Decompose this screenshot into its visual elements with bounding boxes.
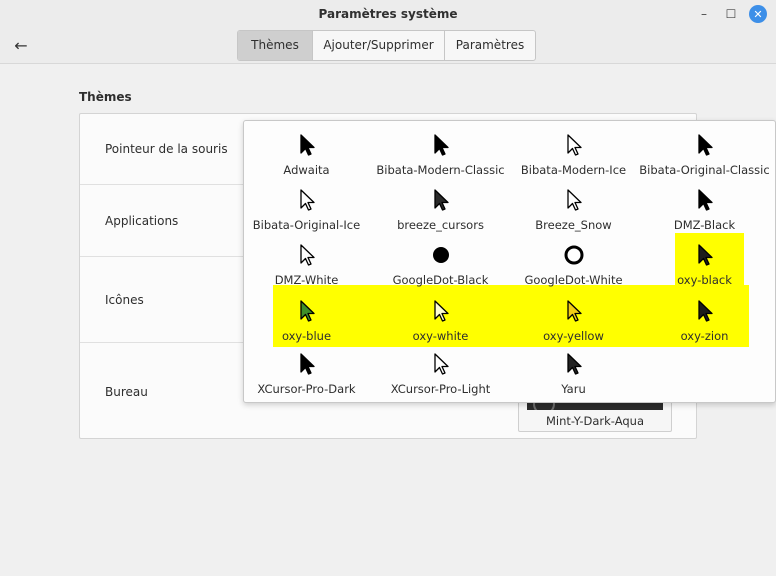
cursor-theme-option[interactable]: breeze_cursors [378,185,503,240]
cursor-theme-label: Adwaita [283,163,330,177]
arrow-cursor-icon [642,132,767,158]
cursor-theme-label: Breeze_Snow [535,218,612,232]
cursor-theme-label: Bibata-Original-Classic [639,163,770,177]
arrow-cursor-icon [642,242,767,268]
settings-row-label: Applications [105,214,179,228]
arrow-cursor-icon [244,298,369,324]
arrow-cursor-icon [378,132,503,158]
minimize-button[interactable]: – [695,5,713,23]
arrow-cursor-icon [511,298,636,324]
tab-switcher: Thèmes Ajouter/Supprimer Paramètres [237,30,536,61]
cursor-theme-option[interactable]: Breeze_Snow [511,185,636,240]
cursor-theme-label: GoogleDot-Black [392,273,489,287]
cursor-theme-option[interactable]: DMZ-Black [642,185,767,240]
ring-cursor-icon [511,242,636,268]
cursor-theme-label: DMZ-Black [673,218,736,232]
cursor-theme-option[interactable]: oxy-blue [244,296,369,351]
tab-add-remove[interactable]: Ajouter/Supprimer [313,31,445,60]
section-title: Thèmes [79,90,132,104]
cursor-theme-option[interactable]: oxy-white [378,296,503,351]
cursor-theme-option[interactable]: GoogleDot-Black [378,240,503,295]
cursor-theme-option[interactable]: Yaru [511,349,636,404]
arrow-cursor-icon [511,351,636,377]
tab-settings[interactable]: Paramètres [445,31,535,60]
cursor-theme-popover: Adwaita Bibata-Modern-Classic Bibata-Moder… [243,120,776,403]
tab-themes[interactable]: Thèmes [238,31,313,60]
arrow-cursor-icon [378,187,503,213]
cursor-theme-label: oxy-black [677,273,732,287]
arrow-cursor-icon [642,187,767,213]
cursor-theme-label: oxy-zion [680,329,729,343]
arrow-cursor-icon [511,132,636,158]
arrow-cursor-icon [244,351,369,377]
cursor-theme-option[interactable]: Bibata-Modern-Classic [376,130,505,185]
cursor-theme-option[interactable]: Adwaita [244,130,369,185]
cursor-theme-option[interactable]: oxy-yellow [511,296,636,351]
cursor-theme-label: oxy-white [412,329,469,343]
cursor-theme-label: Yaru [561,382,586,396]
settings-row-label: Bureau [105,385,148,399]
cursor-theme-label: GoogleDot-White [524,273,623,287]
cursor-theme-option[interactable]: oxy-black [642,240,767,295]
arrow-cursor-icon [244,132,369,158]
arrow-cursor-icon [244,242,369,268]
settings-row-label: Pointeur de la souris [105,142,228,156]
arrow-cursor-icon [244,187,369,213]
cursor-theme-label: XCursor-Pro-Dark [257,382,356,396]
cursor-theme-label: breeze_cursors [397,218,484,232]
cursor-theme-label: oxy-yellow [543,329,604,343]
back-arrow-icon[interactable]: ← [8,34,34,56]
cursor-theme-option[interactable]: Bibata-Original-Ice [244,185,369,240]
arrow-cursor-icon [511,187,636,213]
close-button[interactable]: ✕ [749,5,767,23]
cursor-theme-option[interactable]: DMZ-White [244,240,369,295]
cursor-theme-option[interactable]: oxy-zion [642,296,767,351]
arrow-cursor-icon [378,351,503,377]
settings-row-label: Icônes [105,293,144,307]
header-bar: ← Thèmes Ajouter/Supprimer Paramètres [0,28,776,64]
cursor-theme-option[interactable]: GoogleDot-White [511,240,636,295]
cursor-theme-label: DMZ-White [274,273,339,287]
window-titlebar: Paramètres système – ☐ ✕ [0,0,776,28]
cursor-theme-option[interactable]: Bibata-Modern-Ice [511,130,636,185]
cursor-theme-label: XCursor-Pro-Light [390,382,491,396]
cursor-theme-label: Bibata-Original-Ice [252,218,361,232]
cursor-theme-label: oxy-blue [281,329,332,343]
cursor-theme-option[interactable]: XCursor-Pro-Dark [244,349,369,404]
desktop-theme-name: Mint-Y-Dark-Aqua [546,414,644,428]
maximize-button[interactable]: ☐ [722,5,740,23]
window-title: Paramètres système [318,7,458,21]
dot-cursor-icon [378,242,503,268]
cursor-theme-option[interactable]: XCursor-Pro-Light [378,349,503,404]
cursor-theme-label: Bibata-Modern-Ice [520,163,627,177]
arrow-cursor-icon [378,298,503,324]
cursor-theme-label: Bibata-Modern-Classic [376,163,505,177]
cursor-theme-option[interactable]: Bibata-Original-Classic [639,130,770,185]
arrow-cursor-icon [642,298,767,324]
